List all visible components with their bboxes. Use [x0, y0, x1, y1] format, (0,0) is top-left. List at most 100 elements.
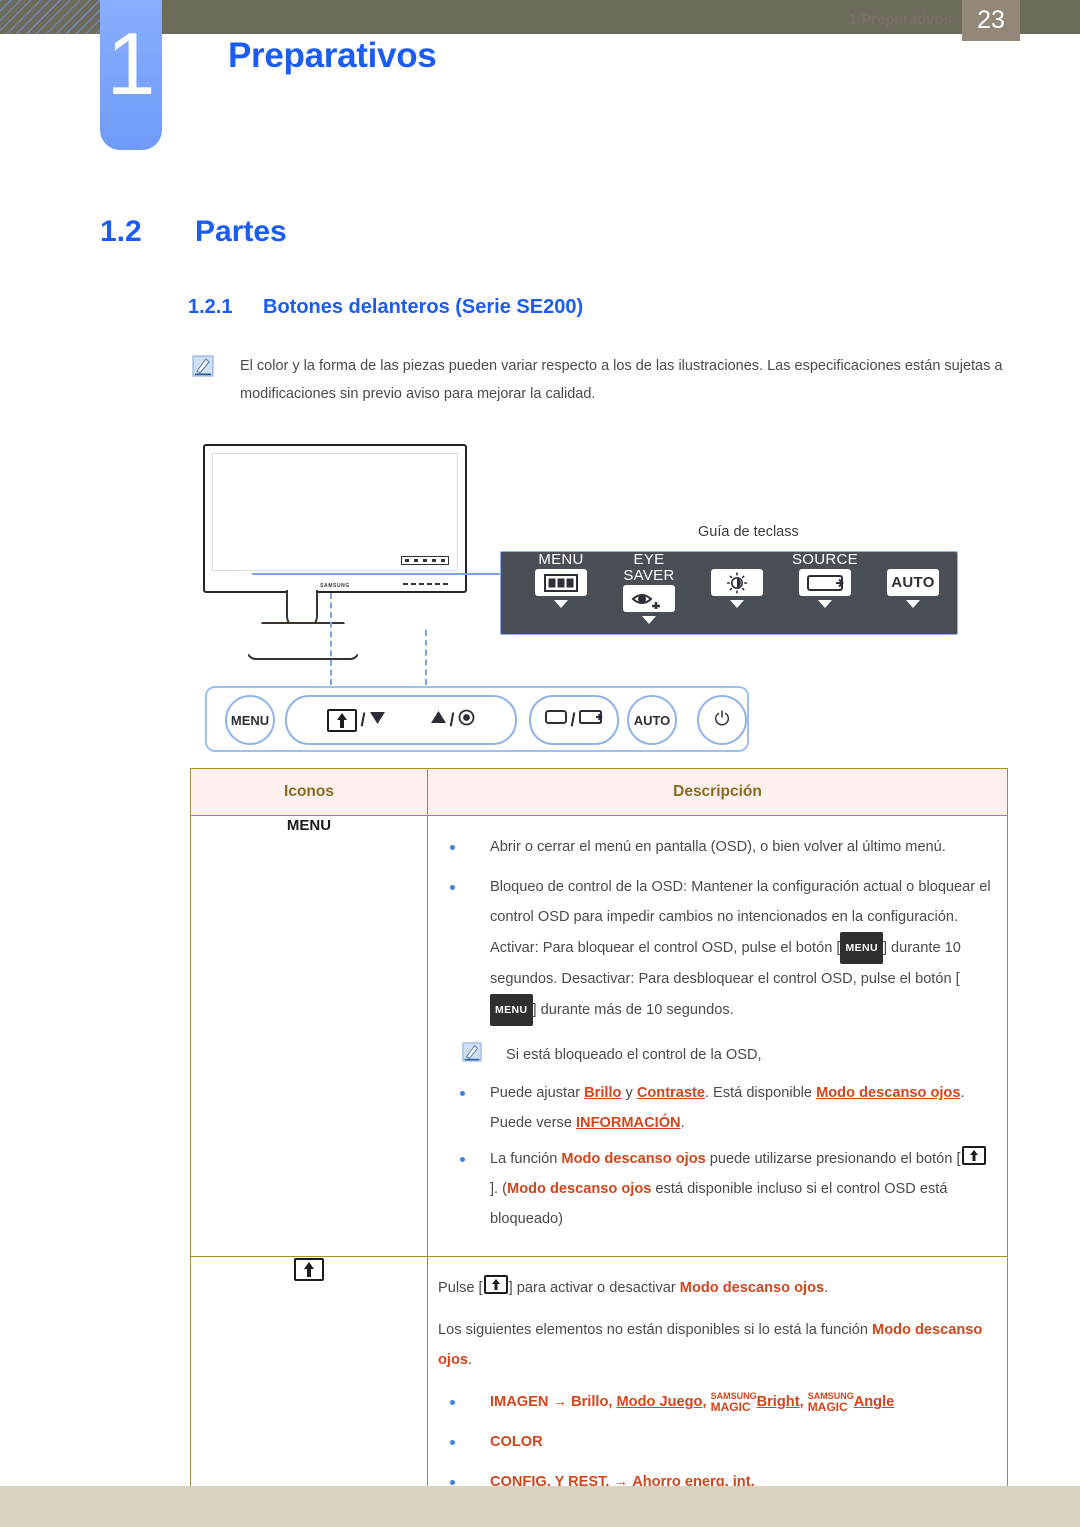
monitor-button-labels-strip	[401, 556, 449, 565]
link-informacion[interactable]: INFORMACIÓN	[576, 1115, 681, 1131]
note-icon	[192, 355, 214, 377]
link-contraste[interactable]: Contraste	[637, 1085, 705, 1101]
arrow-up-icon	[430, 710, 447, 730]
monitor-brand-logo: SAMSUNG	[320, 583, 350, 589]
menu-icon-label: MENU	[286, 817, 332, 834]
source-loop-icon	[799, 569, 851, 596]
section-number: 1.2	[100, 215, 142, 248]
list-item: IMAGEN → Brillo, Modo Juego, SAMSUNG MAGI…	[438, 1387, 993, 1417]
eye-saver-icon	[623, 585, 675, 612]
subsection-number: 1.2.1	[188, 296, 233, 318]
eyesaver-paragraph-1: Pulse [] para activar o desactivar Modo …	[438, 1273, 993, 1303]
link-bright[interactable]: Bright	[757, 1394, 800, 1410]
source-loop-icon	[578, 709, 603, 731]
chapter-title: Preparativos	[228, 36, 437, 75]
key-guide-item-auto: AUTO	[869, 552, 957, 634]
samsung-magic-stack: SAMSUNG MAGIC	[711, 1391, 757, 1413]
subsection-title: Botones delanteros (Serie SE200)	[263, 296, 584, 318]
link-angle[interactable]: Angle	[854, 1394, 895, 1410]
menu-bullet-list: Abrir o cerrar el menú en pantalla (OSD)…	[438, 832, 993, 1026]
monitor-screen	[212, 453, 458, 571]
term-magic: MAGIC	[807, 1400, 848, 1415]
table-header-row: Iconos Descripción	[190, 768, 1008, 816]
chevron-down-icon	[906, 600, 920, 608]
footer-bar	[0, 1486, 1080, 1527]
auto-button[interactable]: AUTO	[627, 695, 677, 745]
link-modo-juego[interactable]: Modo Juego	[617, 1394, 703, 1410]
callout-line-vertical-monitor	[330, 593, 332, 685]
menu-bars-icon	[535, 569, 587, 596]
chevron-down-icon	[730, 600, 744, 608]
footer-chapter-label: 1 Preparativos	[848, 11, 952, 28]
row-icon-eyesaver	[190, 1256, 428, 1524]
menu-key-badge: MENU	[840, 932, 883, 964]
front-button-strip: MENU / / / AUTO ⏻	[205, 686, 749, 752]
term-brillo: Brillo	[571, 1394, 609, 1410]
key-guide-item-menu: MENU	[517, 552, 605, 634]
table-row: MENU Abrir o cerrar el menú en pantalla …	[190, 815, 1008, 1257]
top-note-text: El color y la forma de las piezas pueden…	[240, 358, 1003, 402]
key-guide-title: Guía de teclass	[698, 524, 799, 540]
eye-saver-icon	[961, 1146, 986, 1165]
menu-key-badge: MENU	[490, 994, 533, 1026]
slash-separator: /	[449, 709, 455, 730]
osd-locked-note-text: Si está bloqueado el control de la OSD,	[506, 1047, 762, 1063]
eyesaver-paragraph-2: Los siguientes elementos no están dispon…	[438, 1322, 983, 1368]
term-modo-descanso-ojos: Modo descanso ojos	[507, 1181, 652, 1197]
chapter-number-badge: 1	[100, 0, 162, 150]
auto-text-icon: AUTO	[887, 569, 939, 596]
chevron-down-icon	[642, 616, 656, 624]
slash-separator: /	[360, 709, 366, 730]
key-guide-item-brightness	[693, 552, 781, 634]
callout-line-horizontal	[252, 573, 502, 575]
term-color: COLOR	[490, 1434, 543, 1450]
list-item: Bloqueo de control de la OSD: Mantener l…	[438, 872, 993, 1026]
note-icon	[462, 1042, 482, 1062]
row-description-eyesaver: Pulse [] para activar o desactivar Modo …	[427, 1256, 1008, 1524]
key-guide-label-eyesaver: EYE SAVER	[623, 551, 675, 584]
term-modo-descanso-ojos: Modo descanso ojos	[679, 1280, 825, 1296]
osd-locked-note: Si está bloqueado el control de la OSD,	[462, 1040, 993, 1070]
eyesaver-down-up-enter-button[interactable]: / /	[285, 695, 517, 745]
term-modo-descanso-ojos: Modo descanso ojos	[438, 1322, 983, 1368]
monitor-body: SAMSUNG	[203, 444, 467, 593]
key-guide-label-source: SOURCE	[792, 551, 858, 568]
monitor-stand-base	[246, 622, 360, 660]
eyesaver-bullet-list: IMAGEN → Brillo, Modo Juego, SAMSUNG MAGI…	[438, 1387, 993, 1497]
section-title: Partes	[195, 215, 287, 248]
comma: ,	[702, 1394, 707, 1410]
eye-saver-icon	[483, 1275, 508, 1294]
term-imagen: IMAGEN	[490, 1394, 549, 1410]
arrow-down-icon	[369, 710, 386, 730]
link-modo-descanso-ojos[interactable]: Modo descanso ojos	[816, 1085, 960, 1101]
samsung-magic-stack: SAMSUNG MAGIC	[808, 1391, 854, 1413]
eye-saver-icon	[294, 1258, 324, 1281]
source-button[interactable]: /	[529, 695, 619, 745]
osd-locked-sub-list: Puede ajustar Brillo y Contraste. Está d…	[438, 1078, 993, 1234]
arrow-glyph: →	[552, 1394, 568, 1410]
key-guide-item-source: SOURCE	[781, 552, 869, 634]
slash-separator: /	[570, 709, 576, 730]
callout-line-vertical-buttons	[425, 630, 427, 685]
table-header-descripcion: Descripción	[427, 768, 1008, 816]
row-description-menu: Abrir o cerrar el menú en pantalla (OSD)…	[427, 815, 1008, 1257]
chevron-down-icon	[554, 600, 568, 608]
list-item: Abrir o cerrar el menú en pantalla (OSD)…	[438, 832, 993, 862]
term-magic: MAGIC	[710, 1400, 751, 1415]
monitor-physical-buttons	[401, 580, 449, 587]
menu-button[interactable]: MENU	[225, 695, 275, 745]
top-note: El color y la forma de las piezas pueden…	[188, 352, 1008, 408]
link-brillo[interactable]: Brillo	[584, 1085, 621, 1101]
chevron-down-icon	[818, 600, 832, 608]
key-guide-item-eyesaver: EYE SAVER	[605, 552, 693, 634]
key-guide-label-menu: MENU	[538, 551, 584, 568]
header-hatch-decoration	[0, 0, 100, 34]
icons-description-table: Iconos Descripción MENU Abrir o cerrar e…	[190, 768, 1008, 1524]
brightness-icon	[711, 569, 763, 596]
power-button[interactable]: ⏻	[697, 695, 747, 745]
comma: ,	[608, 1394, 613, 1410]
eye-saver-icon	[327, 708, 358, 732]
term-modo-descanso-ojos: Modo descanso ojos	[561, 1151, 706, 1167]
table-row: Pulse [] para activar o desactivar Modo …	[190, 1256, 1008, 1524]
list-item: La función Modo descanso ojos puede util…	[438, 1144, 993, 1234]
